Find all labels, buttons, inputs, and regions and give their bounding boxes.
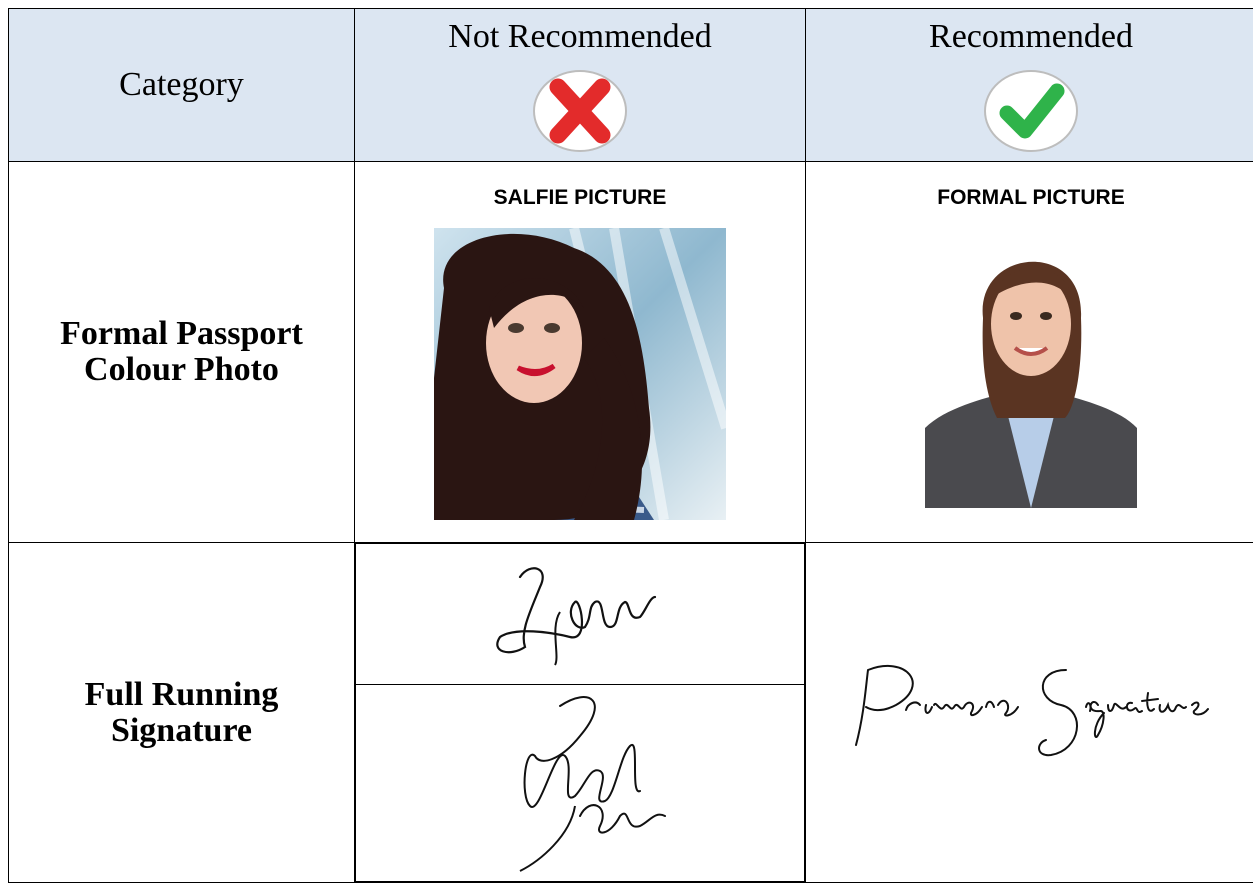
signature-row-label-line2: Signature	[110, 711, 253, 749]
good-signature	[855, 664, 1209, 757]
red-x-icon	[533, 70, 627, 152]
bad-signature-2-cell	[355, 684, 805, 882]
photo-row-label-line1: Formal Passport	[60, 315, 303, 352]
bad-signatures-stack	[355, 543, 805, 882]
not-recommended-header: Not Recommended	[354, 8, 806, 162]
green-check-icon	[984, 70, 1078, 152]
good-signature-cell	[805, 542, 1253, 883]
guidelines-table: Category Not Recommended Recommended For…	[8, 8, 1253, 883]
selfie-cell: SALFIE PICTURE	[354, 161, 806, 543]
signature-row: Full Running Signature	[8, 542, 1253, 883]
bad-signature-1-cell	[355, 543, 805, 685]
recommended-title: Recommended	[929, 18, 1133, 55]
photo-row: Formal Passport Colour Photo SALFIE PICT…	[8, 161, 1253, 543]
selfie-caption: SALFIE PICTURE	[493, 186, 667, 209]
selfie-photo	[434, 228, 726, 520]
formal-photo-cell: FORMAL PICTURE	[805, 161, 1253, 543]
photo-row-label-line2: Colour Photo	[84, 351, 279, 388]
category-header: Category	[8, 8, 355, 162]
photo-row-label: Formal Passport Colour Photo	[8, 161, 355, 543]
recommended-header: Recommended	[805, 8, 1253, 162]
not-recommended-title: Not Recommended	[448, 18, 712, 55]
header-row: Category Not Recommended Recommended	[8, 8, 1253, 162]
signature-row-label: Full Running Signature	[8, 542, 355, 883]
formal-caption: FORMAL PICTURE	[937, 186, 1125, 209]
formal-photo	[925, 228, 1137, 508]
signature-row-label-line1: Full Running	[84, 675, 279, 713]
bad-signature-2	[519, 695, 666, 872]
bad-signatures-cell	[354, 542, 806, 883]
bad-signature-1	[496, 566, 657, 666]
